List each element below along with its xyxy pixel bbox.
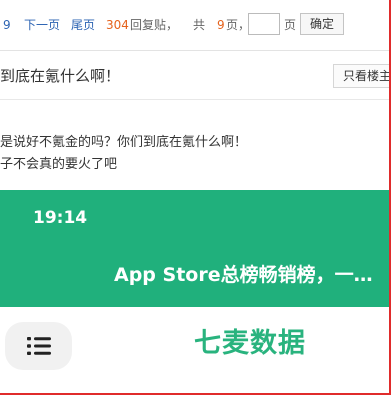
- post-text-line: 是说好不氪金的吗？你们到底在氪什么啊！: [0, 135, 248, 150]
- pagination-bar: 9 下一页 尾页 304 回复贴， 共 9 页，跳到 页 确定: [0, 0, 389, 50]
- post-text-line: 子不会真的要火了吧: [0, 157, 118, 172]
- embedded-screenshot: 19:14 App Store总榜畅销榜，一… 七麦数据: [0, 190, 389, 393]
- menu-button: [5, 322, 72, 370]
- notification-banner-text: App Store总榜畅销榜，一…: [114, 264, 373, 286]
- screenshot-header: 19:14 App Store总榜畅销榜，一…: [0, 190, 389, 307]
- hamburger-icon: [27, 337, 51, 355]
- only-op-button[interactable]: 只看楼主: [333, 64, 391, 88]
- brand-logo-text: 七麦数据: [194, 328, 306, 359]
- status-bar-time: 19:14: [33, 208, 88, 228]
- screenshot-app-bar: 七麦数据: [0, 307, 389, 393]
- next-page-link[interactable]: 下一页: [24, 17, 60, 33]
- total-pages: 9: [217, 18, 225, 32]
- divider: [0, 99, 389, 100]
- total-pages-prefix: 共: [193, 18, 206, 32]
- confirm-button[interactable]: 确定: [300, 13, 344, 35]
- reply-count-label: 回复贴，: [130, 18, 179, 32]
- page-jump-input[interactable]: [248, 13, 280, 35]
- page-unit-label: 页: [284, 18, 297, 32]
- thread-header: 到底在氪什么啊！ 只看楼主: [0, 51, 391, 99]
- reply-count: 304: [106, 18, 129, 32]
- last-page-link[interactable]: 尾页: [71, 17, 95, 33]
- page-link-9[interactable]: 9: [3, 17, 11, 33]
- thread-title: 到底在氪什么啊！: [0, 67, 121, 85]
